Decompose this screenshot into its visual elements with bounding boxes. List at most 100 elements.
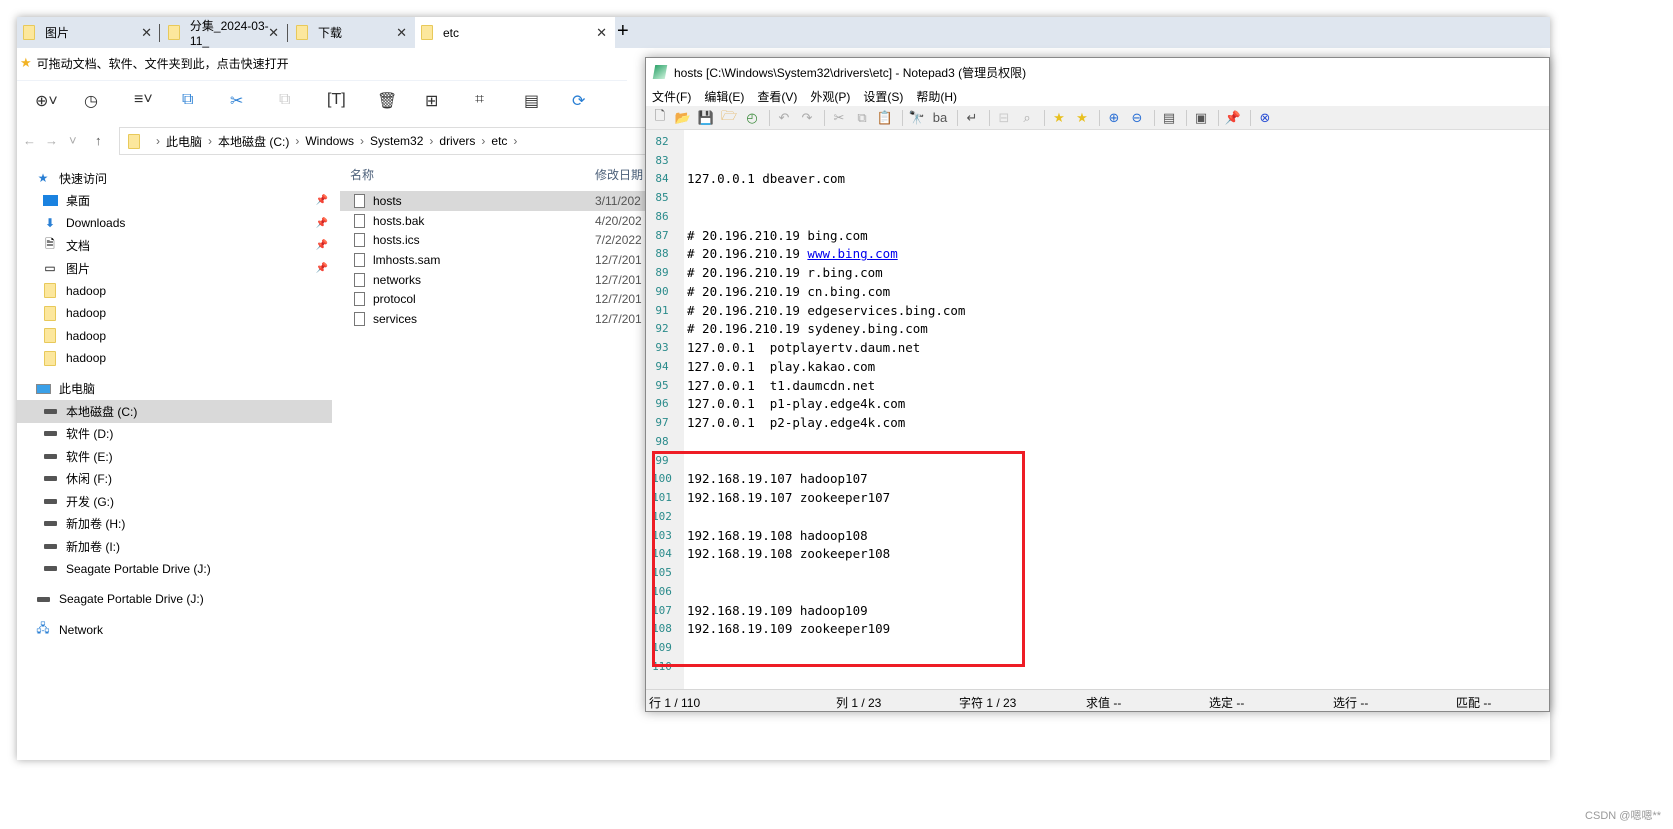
menu-view[interactable]: 查看(V) — [757, 88, 797, 105]
pin-icon[interactable]: 📌 — [316, 218, 328, 229]
cut-icon[interactable]: ✂ — [230, 91, 243, 111]
nav-drive-j[interactable]: Seagate Portable Drive (J:) — [17, 558, 332, 581]
nav-this-pc[interactable]: 此电脑 — [17, 378, 332, 401]
recent-files-icon[interactable]: ◴ — [742, 110, 762, 126]
code-line[interactable]: 94 127.0.0.1 play.kakao.com — [646, 357, 1546, 376]
file-row[interactable]: hosts.ics 7/2/2022 — [340, 230, 650, 250]
new-tab-button[interactable]: + — [617, 20, 629, 43]
new-icon[interactable]: ⊕˅ — [35, 91, 58, 111]
code-line[interactable]: 87 # 20.196.210.19 bing.com — [646, 226, 1546, 245]
new-file-icon[interactable]: 🗋 — [650, 107, 670, 129]
menu-settings[interactable]: 设置(S) — [863, 88, 903, 105]
nav-drive-i[interactable]: 新加卷 (I:) — [17, 535, 332, 558]
nav-folder[interactable]: hadoop — [17, 302, 332, 325]
nav-drive-h[interactable]: 新加卷 (H:) — [17, 513, 332, 536]
breadcrumb[interactable]: › 此电脑 › 本地磁盘 (C:) › Windows › System32 › driv… — [119, 127, 679, 155]
save-as-icon[interactable]: 🗁 — [719, 107, 739, 129]
tab-downloads[interactable]: 下载 ✕ — [290, 17, 415, 48]
file-row[interactable]: hosts.bak 4/20/202 — [340, 211, 650, 231]
back-icon[interactable]: ← — [23, 133, 36, 148]
delete-icon[interactable]: 🗑 — [377, 91, 397, 111]
nav-folder[interactable]: hadoop — [17, 325, 332, 348]
zoom-in-icon[interactable]: ⊕ — [1104, 110, 1124, 126]
fold-icon[interactable]: ⊟ — [994, 110, 1014, 126]
file-row[interactable]: lmhosts.sam 12/7/201 — [340, 250, 650, 270]
nav-drive-d[interactable]: 软件 (D:) — [17, 423, 332, 446]
pin-icon[interactable]: 📌 — [316, 240, 328, 251]
code-line[interactable]: 85 — [646, 188, 1546, 207]
code-line[interactable]: 93 127.0.0.1 potplayertv.daum.net — [646, 338, 1546, 357]
nav-folder[interactable]: hadoop — [17, 280, 332, 303]
nav-quick-access[interactable]: ★ 快速访问 — [17, 167, 332, 190]
column-name[interactable]: 名称 — [350, 166, 374, 183]
url-link[interactable]: www.bing.com — [807, 246, 897, 261]
nav-external-drive[interactable]: Seagate Portable Drive (J:) — [17, 588, 332, 611]
recent-icon[interactable]: ◷ — [84, 91, 98, 111]
paste-icon[interactable]: 📋 — [875, 110, 895, 126]
code-line[interactable]: 83 — [646, 151, 1546, 170]
menu-edit[interactable]: 编辑(E) — [704, 88, 744, 105]
pin-icon[interactable]: 📌 — [316, 195, 328, 206]
code-line[interactable]: 95 127.0.0.1 t1.daumcdn.net — [646, 376, 1546, 395]
code-line[interactable]: 92 # 20.196.210.19 sydeney.bing.com — [646, 320, 1546, 339]
code-line[interactable]: 89 # 20.196.210.19 r.bing.com — [646, 263, 1546, 282]
open-icon[interactable]: 📂 — [673, 110, 693, 126]
code-line[interactable]: 97 127.0.0.1 p2-play.edge4k.com — [646, 413, 1546, 432]
menu-appearance[interactable]: 外观(P) — [810, 88, 850, 105]
history-chevron-icon[interactable]: ˅ — [69, 133, 77, 148]
copy-icon[interactable]: ⧉ — [182, 91, 193, 109]
nav-network[interactable]: 🖧 Network — [17, 619, 332, 642]
file-row[interactable]: protocol 12/7/201 — [340, 289, 650, 309]
nav-folder[interactable]: hadoop — [17, 347, 332, 370]
crumb[interactable]: Windows — [305, 134, 354, 148]
word-wrap-icon[interactable]: ↵ — [962, 110, 982, 126]
nav-drive-f[interactable]: 休闲 (F:) — [17, 468, 332, 491]
code-line[interactable]: 98 — [646, 432, 1546, 451]
nav-pictures[interactable]: ▭ 图片 📌 — [17, 257, 332, 280]
tab-pictures[interactable]: 图片 ✕ — [17, 17, 160, 48]
close-file-icon[interactable]: ⊗ — [1255, 110, 1275, 126]
close-icon[interactable]: ✕ — [596, 25, 607, 41]
pin-icon[interactable]: 📌 — [1223, 110, 1243, 126]
tab-episodes[interactable]: 分集_2024-03-11_ ✕ — [162, 17, 287, 48]
nav-downloads[interactable]: ⬇ Downloads 📌 — [17, 212, 332, 235]
close-icon[interactable]: ✕ — [396, 25, 407, 41]
nav-desktop[interactable]: 桌面 📌 — [17, 190, 332, 213]
nav-drive-c[interactable]: 本地磁盘 (C:) — [17, 400, 332, 423]
add-bookmark-icon[interactable]: ★ — [1072, 110, 1092, 126]
up-icon[interactable]: ↑ — [95, 133, 102, 148]
cut-icon[interactable]: ✂ — [829, 110, 849, 126]
copy-icon[interactable]: ⧉ — [852, 110, 872, 126]
bookmark-icon[interactable]: ★ — [1049, 110, 1069, 126]
paste-icon[interactable]: ⧉ — [279, 91, 290, 109]
rename-icon[interactable]: [T] — [327, 91, 346, 109]
forward-icon[interactable]: → — [45, 133, 58, 148]
crumb[interactable]: System32 — [370, 134, 423, 148]
column-date[interactable]: 修改日期 — [595, 166, 643, 183]
calculator-icon[interactable]: ▤ — [524, 91, 539, 111]
crumb[interactable]: drivers — [439, 134, 475, 148]
code-line[interactable]: 84 127.0.0.1 dbeaver.com — [646, 170, 1546, 189]
nav-documents[interactable]: 🗎 文档 📌 — [17, 235, 332, 258]
view-icon[interactable]: ≡˅ — [134, 91, 153, 109]
file-row[interactable]: networks 12/7/201 — [340, 270, 650, 290]
close-icon[interactable]: ✕ — [268, 25, 279, 41]
nav-drive-e[interactable]: 软件 (E:) — [17, 445, 332, 468]
crop-icon[interactable]: ⌗ — [475, 91, 484, 109]
scheme-icon[interactable]: ▤ — [1159, 110, 1179, 126]
close-icon[interactable]: ✕ — [141, 25, 152, 41]
code-line[interactable]: 90 # 20.196.210.19 cn.bing.com — [646, 282, 1546, 301]
zoom-reset-icon[interactable]: ⌕ — [1017, 110, 1037, 126]
code-line[interactable]: 82 — [646, 132, 1546, 151]
undo-icon[interactable]: ↶ — [774, 110, 794, 126]
code-line[interactable]: 91 # 20.196.210.19 edgeservices.bing.com — [646, 301, 1546, 320]
file-row[interactable]: hosts 3/11/202 — [340, 191, 650, 211]
code-line[interactable]: 88 # 20.196.210.19 www.bing.com — [646, 245, 1546, 264]
menu-file[interactable]: 文件(F) — [652, 88, 691, 105]
tab-etc[interactable]: etc ✕ — [415, 17, 615, 48]
code-line[interactable]: 96 127.0.0.1 p1-play.edge4k.com — [646, 395, 1546, 414]
text-editor[interactable]: 82 83 84 127.0.0.1 dbeaver.com 85 86 87 # 20.19… — [646, 130, 1549, 691]
code-line[interactable]: 86 — [646, 207, 1546, 226]
nav-drive-g[interactable]: 开发 (G:) — [17, 490, 332, 513]
menu-help[interactable]: 帮助(H) — [916, 88, 957, 105]
